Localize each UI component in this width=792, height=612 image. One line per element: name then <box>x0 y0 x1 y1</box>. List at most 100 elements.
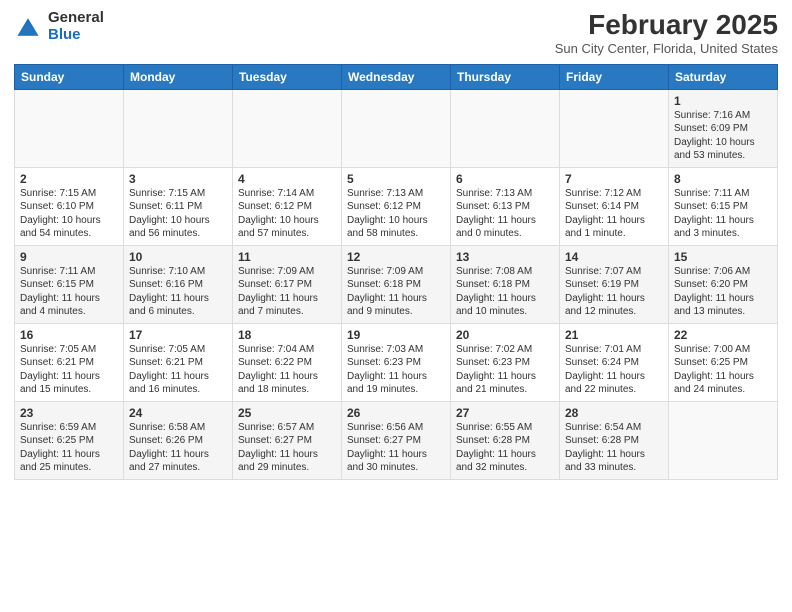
day-info: Sunrise: 7:02 AM Sunset: 6:23 PM Dayligh… <box>456 343 554 397</box>
day-info: Sunrise: 6:59 AM Sunset: 6:25 PM Dayligh… <box>20 421 118 475</box>
table-row: 8Sunrise: 7:11 AM Sunset: 6:15 PM Daylig… <box>669 167 778 245</box>
day-number: 22 <box>674 328 772 342</box>
day-number: 10 <box>129 250 227 264</box>
logo-icon <box>14 13 42 41</box>
day-info: Sunrise: 7:09 AM Sunset: 6:18 PM Dayligh… <box>347 265 445 319</box>
day-number: 28 <box>565 406 663 420</box>
calendar-week-row: 1Sunrise: 7:16 AM Sunset: 6:09 PM Daylig… <box>15 89 778 167</box>
logo-general-text: General <box>48 10 104 27</box>
table-row: 6Sunrise: 7:13 AM Sunset: 6:13 PM Daylig… <box>451 167 560 245</box>
day-info: Sunrise: 7:00 AM Sunset: 6:25 PM Dayligh… <box>674 343 772 397</box>
table-row: 25Sunrise: 6:57 AM Sunset: 6:27 PM Dayli… <box>233 401 342 479</box>
table-row <box>233 89 342 167</box>
day-info: Sunrise: 6:55 AM Sunset: 6:28 PM Dayligh… <box>456 421 554 475</box>
day-number: 18 <box>238 328 336 342</box>
col-tuesday: Tuesday <box>233 64 342 89</box>
title-area: February 2025 Sun City Center, Florida, … <box>555 10 778 56</box>
col-friday: Friday <box>560 64 669 89</box>
day-number: 24 <box>129 406 227 420</box>
table-row: 11Sunrise: 7:09 AM Sunset: 6:17 PM Dayli… <box>233 245 342 323</box>
table-row <box>451 89 560 167</box>
main-title: February 2025 <box>555 10 778 41</box>
table-row <box>124 89 233 167</box>
day-number: 5 <box>347 172 445 186</box>
table-row: 7Sunrise: 7:12 AM Sunset: 6:14 PM Daylig… <box>560 167 669 245</box>
day-info: Sunrise: 7:11 AM Sunset: 6:15 PM Dayligh… <box>674 187 772 241</box>
day-info: Sunrise: 6:58 AM Sunset: 6:26 PM Dayligh… <box>129 421 227 475</box>
day-info: Sunrise: 6:57 AM Sunset: 6:27 PM Dayligh… <box>238 421 336 475</box>
day-info: Sunrise: 7:05 AM Sunset: 6:21 PM Dayligh… <box>129 343 227 397</box>
table-row: 21Sunrise: 7:01 AM Sunset: 6:24 PM Dayli… <box>560 323 669 401</box>
day-number: 20 <box>456 328 554 342</box>
table-row: 19Sunrise: 7:03 AM Sunset: 6:23 PM Dayli… <box>342 323 451 401</box>
calendar-table: Sunday Monday Tuesday Wednesday Thursday… <box>14 64 778 480</box>
day-number: 6 <box>456 172 554 186</box>
day-number: 21 <box>565 328 663 342</box>
col-thursday: Thursday <box>451 64 560 89</box>
col-monday: Monday <box>124 64 233 89</box>
col-wednesday: Wednesday <box>342 64 451 89</box>
table-row: 14Sunrise: 7:07 AM Sunset: 6:19 PM Dayli… <box>560 245 669 323</box>
day-number: 23 <box>20 406 118 420</box>
day-info: Sunrise: 7:10 AM Sunset: 6:16 PM Dayligh… <box>129 265 227 319</box>
day-number: 27 <box>456 406 554 420</box>
day-number: 13 <box>456 250 554 264</box>
day-info: Sunrise: 7:16 AM Sunset: 6:09 PM Dayligh… <box>674 109 772 163</box>
table-row: 23Sunrise: 6:59 AM Sunset: 6:25 PM Dayli… <box>15 401 124 479</box>
day-info: Sunrise: 7:06 AM Sunset: 6:20 PM Dayligh… <box>674 265 772 319</box>
table-row: 1Sunrise: 7:16 AM Sunset: 6:09 PM Daylig… <box>669 89 778 167</box>
day-number: 3 <box>129 172 227 186</box>
table-row: 5Sunrise: 7:13 AM Sunset: 6:12 PM Daylig… <box>342 167 451 245</box>
day-info: Sunrise: 7:07 AM Sunset: 6:19 PM Dayligh… <box>565 265 663 319</box>
col-saturday: Saturday <box>669 64 778 89</box>
day-info: Sunrise: 7:03 AM Sunset: 6:23 PM Dayligh… <box>347 343 445 397</box>
calendar-week-row: 16Sunrise: 7:05 AM Sunset: 6:21 PM Dayli… <box>15 323 778 401</box>
table-row: 3Sunrise: 7:15 AM Sunset: 6:11 PM Daylig… <box>124 167 233 245</box>
subtitle: Sun City Center, Florida, United States <box>555 41 778 56</box>
table-row <box>669 401 778 479</box>
calendar-week-row: 23Sunrise: 6:59 AM Sunset: 6:25 PM Dayli… <box>15 401 778 479</box>
table-row: 18Sunrise: 7:04 AM Sunset: 6:22 PM Dayli… <box>233 323 342 401</box>
day-info: Sunrise: 7:12 AM Sunset: 6:14 PM Dayligh… <box>565 187 663 241</box>
day-info: Sunrise: 6:56 AM Sunset: 6:27 PM Dayligh… <box>347 421 445 475</box>
logo-area: General Blue <box>14 10 104 43</box>
table-row <box>342 89 451 167</box>
day-number: 4 <box>238 172 336 186</box>
day-info: Sunrise: 7:09 AM Sunset: 6:17 PM Dayligh… <box>238 265 336 319</box>
table-row: 15Sunrise: 7:06 AM Sunset: 6:20 PM Dayli… <box>669 245 778 323</box>
table-row: 20Sunrise: 7:02 AM Sunset: 6:23 PM Dayli… <box>451 323 560 401</box>
table-row: 16Sunrise: 7:05 AM Sunset: 6:21 PM Dayli… <box>15 323 124 401</box>
logo-blue-text: Blue <box>48 27 104 44</box>
day-number: 11 <box>238 250 336 264</box>
table-row: 26Sunrise: 6:56 AM Sunset: 6:27 PM Dayli… <box>342 401 451 479</box>
day-number: 16 <box>20 328 118 342</box>
day-info: Sunrise: 7:01 AM Sunset: 6:24 PM Dayligh… <box>565 343 663 397</box>
day-info: Sunrise: 7:13 AM Sunset: 6:12 PM Dayligh… <box>347 187 445 241</box>
col-sunday: Sunday <box>15 64 124 89</box>
day-info: Sunrise: 7:11 AM Sunset: 6:15 PM Dayligh… <box>20 265 118 319</box>
table-row: 2Sunrise: 7:15 AM Sunset: 6:10 PM Daylig… <box>15 167 124 245</box>
table-row: 10Sunrise: 7:10 AM Sunset: 6:16 PM Dayli… <box>124 245 233 323</box>
day-info: Sunrise: 7:13 AM Sunset: 6:13 PM Dayligh… <box>456 187 554 241</box>
day-info: Sunrise: 6:54 AM Sunset: 6:28 PM Dayligh… <box>565 421 663 475</box>
page: General Blue February 2025 Sun City Cent… <box>0 0 792 612</box>
day-info: Sunrise: 7:04 AM Sunset: 6:22 PM Dayligh… <box>238 343 336 397</box>
table-row: 4Sunrise: 7:14 AM Sunset: 6:12 PM Daylig… <box>233 167 342 245</box>
day-number: 1 <box>674 94 772 108</box>
table-row: 9Sunrise: 7:11 AM Sunset: 6:15 PM Daylig… <box>15 245 124 323</box>
table-row: 22Sunrise: 7:00 AM Sunset: 6:25 PM Dayli… <box>669 323 778 401</box>
table-row: 28Sunrise: 6:54 AM Sunset: 6:28 PM Dayli… <box>560 401 669 479</box>
header: General Blue February 2025 Sun City Cent… <box>14 10 778 56</box>
table-row: 13Sunrise: 7:08 AM Sunset: 6:18 PM Dayli… <box>451 245 560 323</box>
day-number: 19 <box>347 328 445 342</box>
day-number: 12 <box>347 250 445 264</box>
day-number: 15 <box>674 250 772 264</box>
day-info: Sunrise: 7:05 AM Sunset: 6:21 PM Dayligh… <box>20 343 118 397</box>
day-info: Sunrise: 7:08 AM Sunset: 6:18 PM Dayligh… <box>456 265 554 319</box>
table-row: 27Sunrise: 6:55 AM Sunset: 6:28 PM Dayli… <box>451 401 560 479</box>
day-number: 2 <box>20 172 118 186</box>
day-number: 9 <box>20 250 118 264</box>
table-row <box>15 89 124 167</box>
logo-text: General Blue <box>48 10 104 43</box>
day-number: 14 <box>565 250 663 264</box>
